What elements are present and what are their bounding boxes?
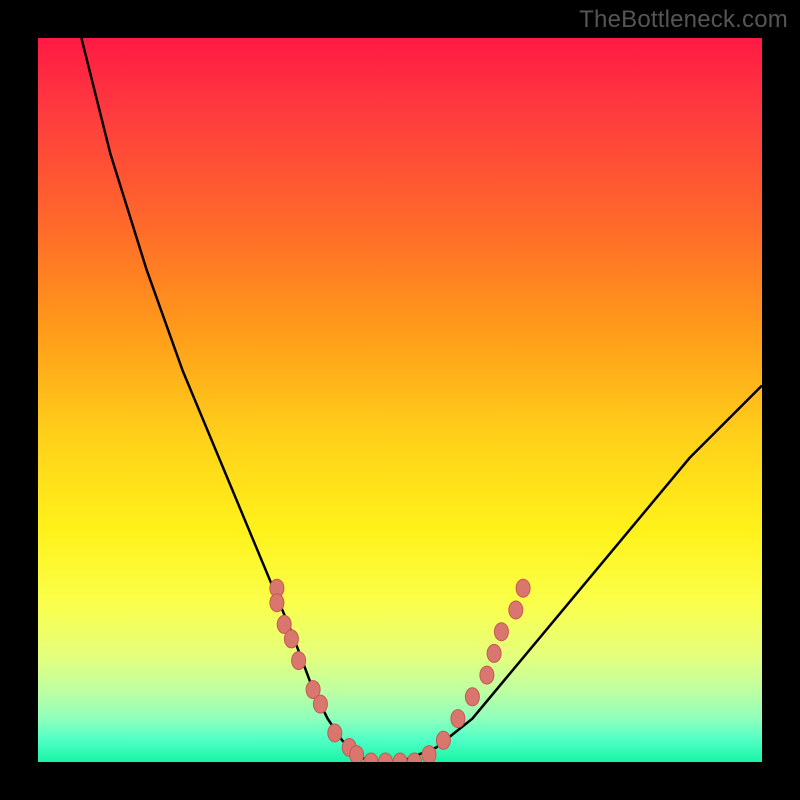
data-marker — [509, 601, 523, 619]
chart-frame: TheBottleneck.com — [0, 0, 800, 800]
data-marker — [364, 753, 378, 762]
data-marker — [292, 652, 306, 670]
data-marker — [516, 579, 530, 597]
data-marker — [465, 688, 479, 706]
data-marker — [393, 753, 407, 762]
data-marker — [480, 666, 494, 684]
data-marker — [494, 623, 508, 641]
data-marker — [451, 710, 465, 728]
data-marker — [487, 644, 501, 662]
chart-svg — [38, 38, 762, 762]
data-marker — [379, 753, 393, 762]
data-marker — [328, 724, 342, 742]
data-marker — [313, 695, 327, 713]
data-markers — [270, 579, 530, 762]
data-marker — [284, 630, 298, 648]
data-marker — [350, 746, 364, 762]
bottleneck-curve — [81, 38, 762, 762]
attribution-text: TheBottleneck.com — [579, 6, 788, 34]
data-marker — [270, 594, 284, 612]
data-marker — [436, 731, 450, 749]
data-marker — [422, 746, 436, 762]
plot-area — [38, 38, 762, 762]
